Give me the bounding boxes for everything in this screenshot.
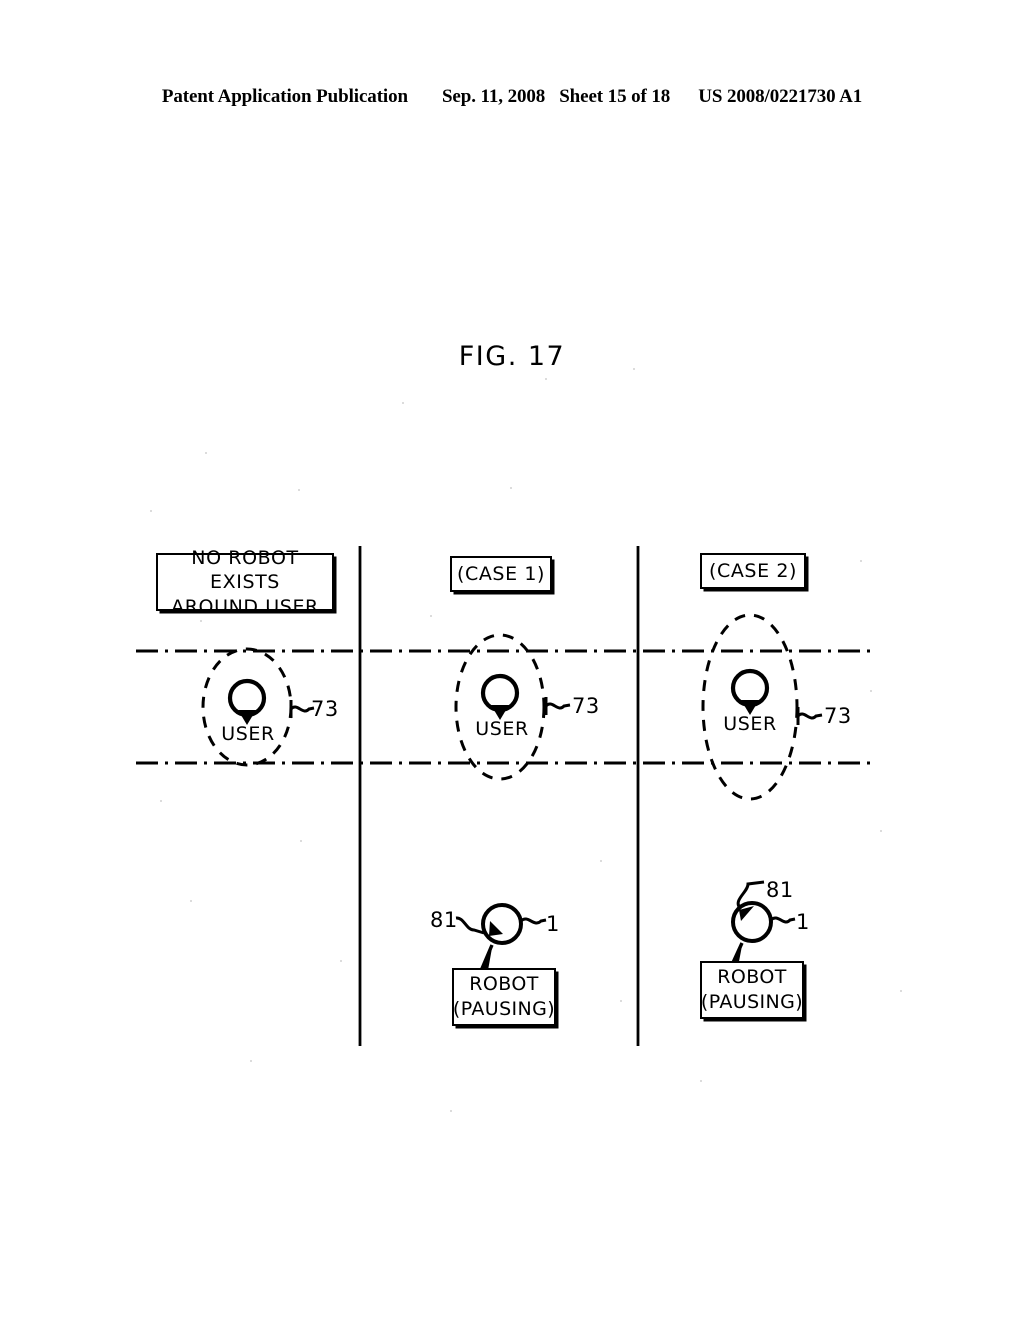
reference-numeral-1-col-2: 1: [796, 910, 810, 934]
reference-numeral-81-col-2: 81: [766, 878, 794, 902]
caption-box-no-robot: NO ROBOT EXISTS AROUND USER: [156, 547, 334, 618]
reference-numeral-73-col-1: 73: [572, 694, 600, 718]
leader-1-col-2: [769, 916, 796, 924]
leader-73-col-2: [796, 707, 823, 725]
map-pin-icon-col-2: [730, 668, 770, 715]
user-label-col-0: USER: [221, 723, 275, 745]
leader-73-col-1: [544, 697, 571, 715]
reference-numeral-81-col-1: 81: [430, 908, 458, 932]
caption-no-robot-line-2: AROUND USER: [171, 595, 319, 618]
detection-zone-ellipse-col-0: [201, 647, 293, 767]
leader-1-col-1: [519, 917, 547, 925]
figure-vector-layer: [136, 546, 872, 1046]
robot-callout-line-2-col-2: (PAUSING): [700, 991, 804, 1013]
caption-box-case-2: (CASE 2): [700, 553, 806, 589]
robot-callout-line-1-col-2: ROBOT: [717, 966, 787, 989]
reference-numeral-73-col-2: 73: [824, 704, 852, 728]
user-label-col-2: USER: [723, 713, 777, 735]
map-pin-icon-col-0: [227, 678, 267, 725]
reference-numeral-73-col-0: 73: [311, 697, 339, 721]
robot-callout-box-col-2: ROBOT (PAUSING): [700, 961, 804, 1019]
robot-circle-icon-col-1: [481, 903, 523, 945]
leader-81-col-1: [455, 916, 485, 935]
reference-numeral-1-col-1: 1: [546, 912, 560, 936]
figure-diagram: NO ROBOT EXISTS AROUND USER (CASE 1) (CA…: [0, 0, 1024, 1320]
robot-callout-line-2-col-1: (PAUSING): [452, 998, 556, 1020]
user-label-col-1: USER: [475, 718, 529, 740]
robot-callout-line-1-col-1: ROBOT: [469, 973, 539, 996]
caption-box-case-1: (CASE 1): [450, 556, 552, 592]
map-pin-icon-col-1: [480, 673, 520, 720]
caption-no-robot-line-1: NO ROBOT EXISTS: [191, 547, 299, 594]
robot-callout-box-col-1: ROBOT (PAUSING): [452, 968, 556, 1026]
